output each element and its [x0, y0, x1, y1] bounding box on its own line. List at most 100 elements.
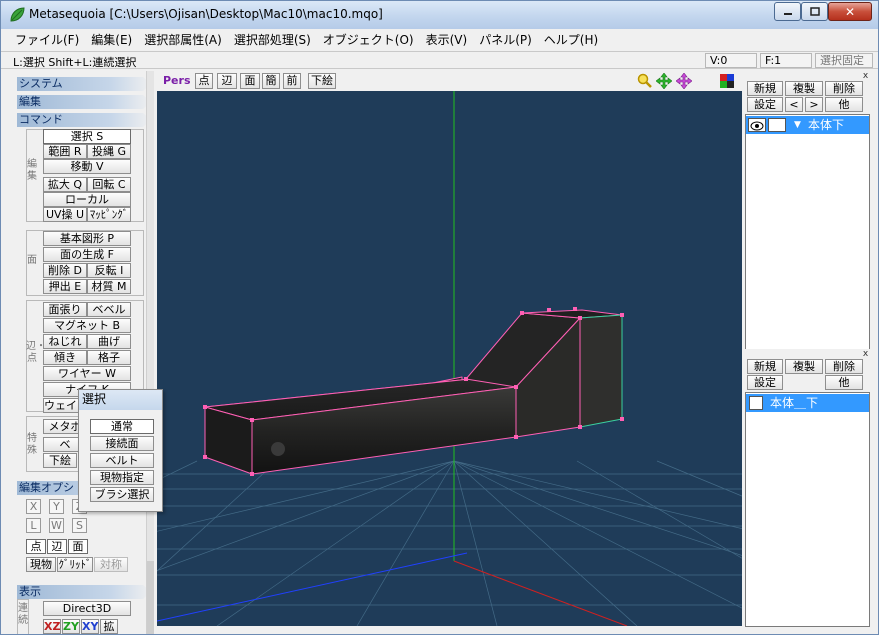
- status-bar: L:選択 Shift+L:連続選択 V:0 F:1 選択固定: [1, 51, 878, 69]
- menu-view[interactable]: 表示(V): [420, 31, 474, 48]
- object-prev-button[interactable]: <: [785, 97, 803, 112]
- section-command[interactable]: コマンド: [17, 113, 151, 127]
- popup-title[interactable]: 選択: [79, 390, 162, 410]
- eye-icon[interactable]: [748, 118, 766, 132]
- section-display[interactable]: 表示: [17, 585, 151, 599]
- rotate-button[interactable]: 回転 C: [87, 177, 131, 192]
- face-create-button[interactable]: 面の生成 F: [43, 247, 131, 262]
- section-system[interactable]: システム: [17, 77, 151, 91]
- edge-mode-toggle[interactable]: 辺: [47, 539, 67, 554]
- section-edit[interactable]: 編集: [17, 95, 151, 109]
- scale-button[interactable]: 拡大 Q: [43, 177, 87, 192]
- axis-w-toggle[interactable]: W: [49, 518, 64, 533]
- minimize-button[interactable]: [774, 2, 801, 21]
- material-other-button[interactable]: 他: [825, 375, 863, 390]
- material-duplicate-button[interactable]: 複製: [785, 359, 823, 374]
- object-duplicate-button[interactable]: 複製: [785, 81, 823, 96]
- object-new-button[interactable]: 新規: [747, 81, 783, 96]
- object-settings-button[interactable]: 設定: [747, 97, 783, 112]
- object-delete-button[interactable]: 削除: [825, 81, 863, 96]
- menu-selection-process[interactable]: 選択部処理(S): [228, 31, 317, 48]
- local-button[interactable]: ローカル: [43, 192, 131, 207]
- menu-selection-attr[interactable]: 選択部属性(A): [138, 31, 228, 48]
- object-list-item[interactable]: ▼ 本体下: [746, 116, 869, 134]
- sketch-button[interactable]: 下絵: [43, 453, 77, 468]
- show-edges-toggle[interactable]: 辺: [217, 73, 237, 89]
- extrude-button[interactable]: 押出 E: [43, 279, 87, 294]
- bevel-button[interactable]: ベベル: [87, 302, 131, 317]
- show-points-toggle[interactable]: 点: [195, 73, 213, 89]
- app-leaf-icon: [10, 7, 25, 22]
- select-real-button[interactable]: 現物指定: [90, 470, 154, 485]
- projection-mode[interactable]: Pers: [163, 74, 191, 87]
- viewport-3d[interactable]: [157, 91, 742, 626]
- object-next-button[interactable]: >: [805, 97, 823, 112]
- extra-view-button[interactable]: 拡: [100, 619, 118, 634]
- front-toggle[interactable]: 前: [283, 73, 301, 89]
- select-connected-button[interactable]: 接続面: [90, 436, 154, 451]
- axis-y-toggle[interactable]: Y: [49, 499, 64, 514]
- palette-icon[interactable]: [720, 74, 734, 88]
- command-panel-scrollbar[interactable]: [146, 71, 154, 634]
- object-panel-close-button[interactable]: x: [861, 72, 870, 81]
- select-button[interactable]: 選択 S: [43, 129, 131, 144]
- lasso-button[interactable]: 投縄 G: [87, 144, 131, 159]
- view-zy-toggle[interactable]: ZY: [62, 619, 80, 634]
- object-other-button[interactable]: 他: [825, 97, 863, 112]
- tilt-button[interactable]: 傾き: [43, 350, 87, 365]
- delete-button[interactable]: 削除 D: [43, 263, 87, 278]
- lock-icon[interactable]: [768, 118, 786, 132]
- material-new-button[interactable]: 新規: [747, 359, 783, 374]
- material-settings-button[interactable]: 設定: [747, 375, 783, 390]
- menu-edit[interactable]: 編集(E): [85, 31, 138, 48]
- menu-object[interactable]: オブジェクト(O): [317, 31, 420, 48]
- pan-icon[interactable]: [656, 73, 672, 89]
- select-brush-button[interactable]: ブラシ選択: [90, 487, 154, 502]
- move-button[interactable]: 移動 V: [43, 159, 131, 174]
- axis-x-toggle[interactable]: X: [26, 499, 41, 514]
- select-normal-button[interactable]: 通常: [90, 419, 154, 434]
- view-xz-toggle[interactable]: XZ: [43, 619, 61, 634]
- bend-button[interactable]: 曲げ: [87, 334, 131, 349]
- wire-button[interactable]: ワイヤー W: [43, 366, 131, 381]
- dropdown-arrow-icon[interactable]: ▼: [794, 116, 801, 134]
- selection-lock-button[interactable]: 選択固定: [815, 53, 873, 68]
- mapping-button[interactable]: ﾏｯﾋﾟﾝｸﾞ: [87, 207, 131, 222]
- axis-l-toggle[interactable]: L: [26, 518, 41, 533]
- show-faces-toggle[interactable]: 面: [240, 73, 260, 89]
- caption-buttons: ✕: [774, 2, 872, 21]
- grid-button[interactable]: 格子: [87, 350, 131, 365]
- rotate-icon[interactable]: [676, 73, 692, 89]
- material-button[interactable]: 材質 M: [87, 279, 131, 294]
- primitive-button[interactable]: 基本図形 P: [43, 231, 131, 246]
- simple-toggle[interactable]: 簡: [262, 73, 280, 89]
- face-mode-toggle[interactable]: 面: [68, 539, 88, 554]
- close-button[interactable]: ✕: [828, 2, 872, 21]
- uv-button[interactable]: UV操 U: [43, 207, 87, 222]
- menu-panel[interactable]: パネル(P): [473, 31, 538, 48]
- object-list[interactable]: ▼ 本体下: [745, 114, 870, 350]
- grid-toggle[interactable]: ｸﾞﾘｯﾄﾞ: [57, 557, 93, 572]
- maximize-button[interactable]: [801, 2, 828, 21]
- face-stretch-button[interactable]: 面張り: [43, 302, 87, 317]
- invert-button[interactable]: 反転 I: [87, 263, 131, 278]
- select-belt-button[interactable]: ベルト: [90, 453, 154, 468]
- material-list-item[interactable]: 本体＿下: [746, 394, 869, 412]
- symmetry-toggle[interactable]: 対称: [94, 557, 128, 572]
- range-button[interactable]: 範囲 R: [43, 144, 87, 159]
- menu-file[interactable]: ファイル(F): [9, 31, 85, 48]
- magnet-button[interactable]: マグネット B: [43, 318, 131, 333]
- direct3d-button[interactable]: Direct3D: [43, 601, 131, 616]
- material-list[interactable]: 本体＿下: [745, 392, 870, 627]
- axis-s-toggle[interactable]: S: [72, 518, 87, 533]
- zoom-icon[interactable]: [637, 73, 653, 89]
- sketch-toggle[interactable]: 下絵: [308, 73, 336, 89]
- material-panel-close-button[interactable]: x: [861, 350, 870, 359]
- point-mode-toggle[interactable]: 点: [26, 539, 46, 554]
- menu-help[interactable]: ヘルプ(H): [538, 31, 604, 48]
- real-toggle[interactable]: 現物: [26, 557, 56, 572]
- twist-button[interactable]: ねじれ: [43, 334, 87, 349]
- material-delete-button[interactable]: 削除: [825, 359, 863, 374]
- view-xy-toggle[interactable]: XY: [81, 619, 99, 634]
- command-panel-scroll-thumb[interactable]: [147, 561, 154, 634]
